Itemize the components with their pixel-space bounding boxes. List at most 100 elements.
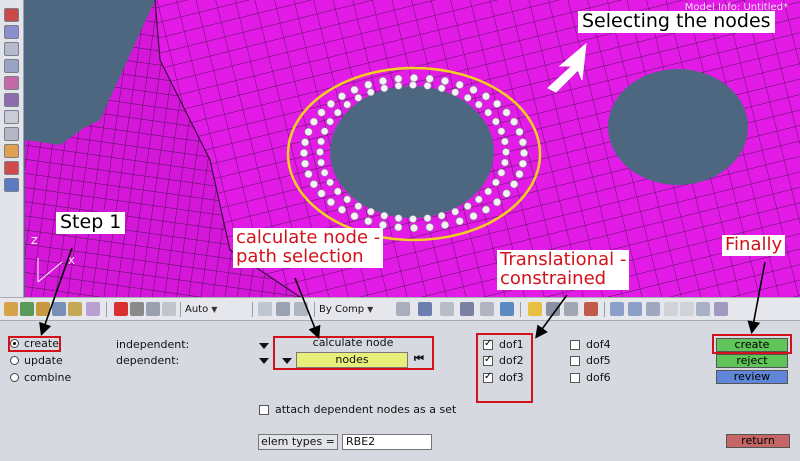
node-ball[interactable]	[326, 117, 334, 126]
connect-icon[interactable]	[546, 302, 560, 316]
view-options-icon[interactable]	[714, 302, 728, 316]
radio-update[interactable]: update	[10, 354, 63, 367]
mask-icon[interactable]	[4, 178, 19, 192]
node-ball[interactable]	[451, 88, 460, 97]
reject-button[interactable]: reject	[716, 354, 788, 368]
node-ball[interactable]	[317, 189, 326, 198]
node-ball[interactable]	[366, 207, 375, 216]
node-ball[interactable]	[350, 85, 359, 94]
display-mode-combo[interactable]: Auto ▼	[185, 301, 217, 318]
node-ball[interactable]	[333, 187, 342, 196]
radio-combine[interactable]: combine	[10, 371, 71, 384]
node-ball[interactable]	[394, 214, 403, 223]
brush-icon[interactable]	[584, 302, 598, 316]
node-ball[interactable]	[518, 138, 528, 147]
arrow-right-icon[interactable]	[628, 302, 642, 316]
save-icon[interactable]	[20, 302, 34, 316]
node-ball[interactable]	[425, 223, 434, 232]
node-ball[interactable]	[455, 217, 464, 226]
magnet-icon[interactable]	[4, 93, 19, 107]
node-ball[interactable]	[394, 81, 403, 90]
node-ball[interactable]	[474, 100, 483, 109]
return-button[interactable]: return	[726, 434, 790, 448]
node-ball[interactable]	[326, 198, 336, 207]
lasso-icon[interactable]	[258, 302, 272, 316]
edge-icon[interactable]	[480, 302, 494, 316]
node-ball[interactable]	[437, 84, 446, 93]
node-ball[interactable]	[519, 148, 529, 158]
display-icon[interactable]	[4, 144, 19, 158]
arrow-left-icon[interactable]	[610, 302, 624, 316]
undo-icon[interactable]	[130, 302, 144, 316]
node-ball[interactable]	[491, 117, 500, 126]
node-ball[interactable]	[484, 187, 493, 196]
redo-icon[interactable]	[146, 302, 160, 316]
favorite-icon[interactable]	[528, 302, 542, 316]
node-ball[interactable]	[364, 217, 373, 226]
color-mode-combo[interactable]: By Comp ▼	[319, 301, 373, 318]
measure-icon[interactable]	[4, 110, 19, 124]
numbering-icon[interactable]	[4, 127, 19, 141]
node-ball[interactable]	[309, 180, 319, 189]
node-ball[interactable]	[493, 198, 502, 207]
radio-dot[interactable]	[10, 356, 19, 365]
surface-icon[interactable]	[460, 302, 474, 316]
export-icon[interactable]	[52, 302, 66, 316]
open-icon[interactable]	[4, 302, 18, 316]
element-shade-icon[interactable]	[396, 302, 410, 316]
node-ball[interactable]	[502, 189, 511, 198]
rotate-icon[interactable]	[4, 25, 19, 39]
node-ball[interactable]	[394, 74, 403, 83]
node-ball[interactable]	[409, 81, 417, 89]
fit-icon[interactable]	[4, 76, 19, 90]
node-ball[interactable]	[463, 93, 472, 102]
elem-types-field[interactable]: RBE2	[342, 434, 432, 450]
label-icon[interactable]	[4, 161, 19, 175]
node-ball[interactable]	[455, 80, 464, 89]
mesh-model[interactable]	[0, 0, 800, 297]
elem-types-button[interactable]: elem types =	[258, 434, 338, 450]
node-ball[interactable]	[378, 76, 388, 86]
node-ball[interactable]	[337, 205, 347, 214]
node-ball[interactable]	[354, 93, 363, 102]
pan-icon[interactable]	[4, 42, 19, 56]
node-ball[interactable]	[299, 148, 309, 158]
node-ball[interactable]	[509, 117, 519, 126]
node-ball[interactable]	[440, 76, 450, 86]
node-ball[interactable]	[394, 223, 403, 232]
node-ball[interactable]	[304, 170, 313, 179]
node-ball[interactable]	[509, 180, 519, 189]
node-ball[interactable]	[500, 137, 509, 146]
node-ball[interactable]	[423, 214, 432, 223]
node-ball[interactable]	[317, 108, 326, 117]
node-ball[interactable]	[301, 138, 310, 147]
node-ball[interactable]	[463, 202, 472, 211]
rotate-view-icon[interactable]	[646, 302, 660, 316]
import-icon[interactable]	[36, 302, 50, 316]
node-ball[interactable]	[354, 202, 363, 211]
node-ball[interactable]	[343, 100, 352, 109]
node-ball[interactable]	[425, 74, 434, 83]
node-ball[interactable]	[469, 212, 478, 221]
checkbox-dof6[interactable]: dof6	[570, 371, 611, 384]
node-ball[interactable]	[497, 127, 506, 136]
node-ball[interactable]	[409, 215, 417, 223]
node-ball[interactable]	[515, 170, 524, 179]
node-ball[interactable]	[484, 108, 493, 117]
checkbox-attach-set[interactable]: attach dependent nodes as a set	[259, 403, 456, 416]
delete-icon[interactable]	[114, 302, 128, 316]
geometry-icon[interactable]	[418, 302, 432, 316]
node-ball[interactable]	[518, 159, 528, 168]
node-ball[interactable]	[366, 88, 375, 97]
shade-icon[interactable]	[276, 302, 290, 316]
component-icon[interactable]	[86, 302, 100, 316]
zoom-icon[interactable]	[4, 59, 19, 73]
radio-dot[interactable]	[10, 373, 19, 382]
node-ball[interactable]	[409, 73, 419, 83]
zoom-in-icon[interactable]	[680, 302, 694, 316]
node-ball[interactable]	[343, 195, 352, 204]
node-ball[interactable]	[337, 92, 347, 101]
node-ball[interactable]	[364, 80, 373, 89]
node-ball[interactable]	[437, 211, 446, 220]
node-ball[interactable]	[493, 99, 502, 108]
